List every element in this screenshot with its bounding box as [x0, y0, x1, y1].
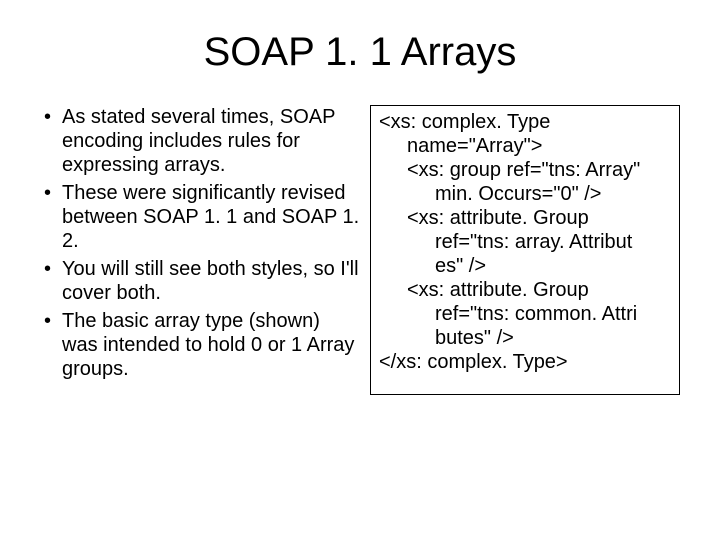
code-line: ref="tns: common. Attri	[379, 302, 671, 326]
code-block: <xs: complex. Type name="Array"> <xs: gr…	[379, 110, 671, 374]
content-columns: As stated several times, SOAP encoding i…	[40, 105, 680, 395]
left-column: As stated several times, SOAP encoding i…	[40, 105, 360, 395]
code-line: <xs: complex. Type	[379, 110, 671, 134]
bullet-item: These were significantly revised between…	[40, 181, 360, 253]
code-line: </xs: complex. Type>	[379, 350, 671, 374]
bullet-item: As stated several times, SOAP encoding i…	[40, 105, 360, 177]
code-box: <xs: complex. Type name="Array"> <xs: gr…	[370, 105, 680, 395]
slide-title: SOAP 1. 1 Arrays	[40, 30, 680, 75]
code-line: <xs: attribute. Group	[379, 206, 671, 230]
bullet-item: You will still see both styles, so I'll …	[40, 257, 360, 305]
bullet-list: As stated several times, SOAP encoding i…	[40, 105, 360, 381]
code-line: <xs: attribute. Group	[379, 278, 671, 302]
bullet-item: The basic array type (shown) was intende…	[40, 309, 360, 381]
code-line: es" />	[379, 254, 671, 278]
code-line: min. Occurs="0" />	[379, 182, 671, 206]
code-line: name="Array">	[379, 134, 671, 158]
slide: SOAP 1. 1 Arrays As stated several times…	[0, 0, 720, 540]
code-line: ref="tns: array. Attribut	[379, 230, 671, 254]
code-line: <xs: group ref="tns: Array"	[379, 158, 671, 182]
code-line: butes" />	[379, 326, 671, 350]
